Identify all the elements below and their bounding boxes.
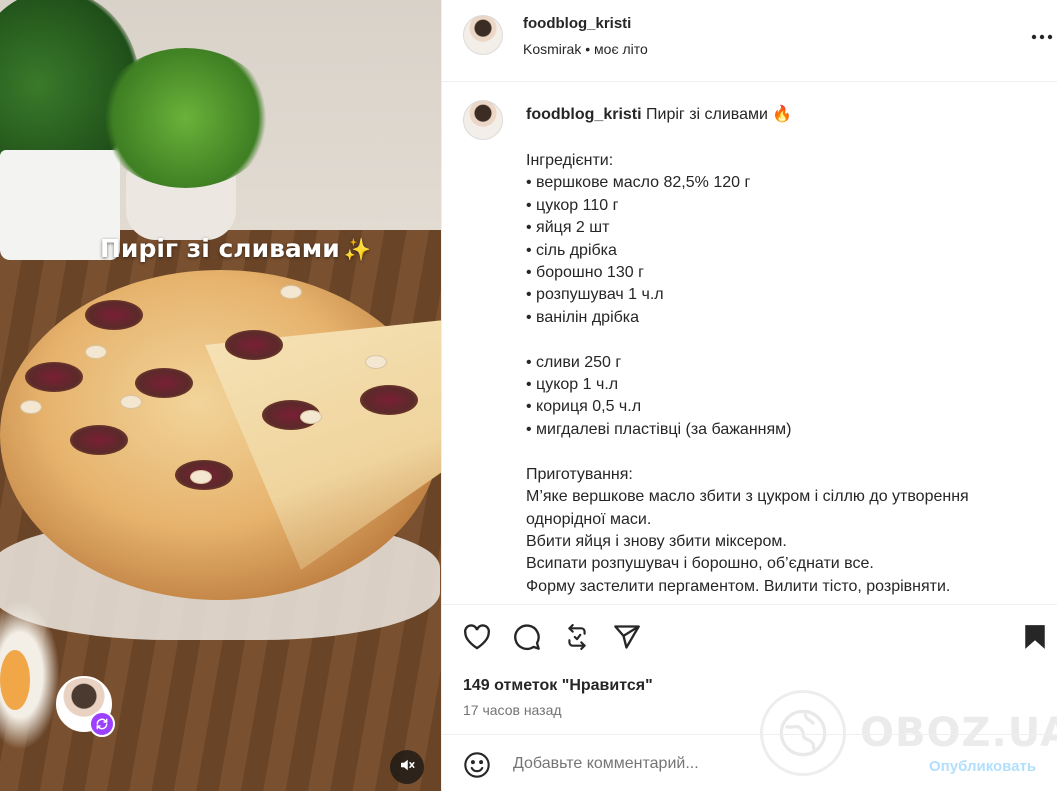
plum-piece [25, 362, 83, 392]
almond-flake [300, 410, 322, 424]
post-caption-body: Інгредієнти: • вершкове масло 82,5% 120 … [526, 152, 969, 595]
sparkle-icon: ✨ [343, 238, 372, 263]
almond-flake [120, 395, 142, 409]
emoji-button[interactable] [463, 751, 491, 779]
mute-button[interactable] [390, 750, 424, 784]
post-media[interactable]: Пиріг зі сливами ✨ [0, 0, 441, 791]
save-button[interactable] [1019, 623, 1051, 655]
plum-piece [70, 425, 128, 455]
comment-input[interactable] [513, 755, 893, 773]
plum-piece [225, 330, 283, 360]
header-username[interactable]: foodblog_kristi [523, 15, 631, 32]
more-options-button[interactable] [1030, 22, 1054, 46]
media-caption: Пиріг зі сливами ✨ [100, 234, 371, 263]
post-caption-head: foodblog_kristi Пиріг зі сливами 🔥 [526, 104, 792, 124]
smiley-icon [463, 752, 491, 783]
speaker-muted-icon [398, 756, 416, 779]
post-header: foodblog_kristi Kosmirak • моє літо [442, 0, 1057, 82]
almond-flake [365, 355, 387, 369]
avatar[interactable] [463, 15, 503, 55]
heart-icon [463, 623, 491, 655]
media-caption-text: Пиріг зі сливами [100, 234, 340, 263]
audio-artist[interactable]: Kosmirak [523, 41, 581, 57]
almond-flake [20, 400, 42, 414]
avatar[interactable] [463, 100, 503, 140]
remix-icon[interactable] [89, 711, 115, 737]
likes-count[interactable]: 149 отметок "Нравится" [463, 677, 653, 695]
almond-flake [280, 285, 302, 299]
almond-flake [190, 470, 212, 484]
audio-attribution: Kosmirak • моє літо [523, 41, 648, 57]
comment-bubble-icon [513, 623, 541, 656]
caption-title: Пиріг зі сливами [646, 106, 768, 123]
share-button[interactable] [611, 623, 643, 655]
fire-emoji: 🔥 [772, 106, 793, 123]
comment-bar: Опубликовать [442, 734, 1057, 791]
audio-title[interactable]: моє літо [594, 41, 648, 57]
comment-button[interactable] [511, 623, 543, 655]
repost-button[interactable] [561, 623, 593, 655]
post-details-panel: foodblog_kristi Kosmirak • моє літо food… [441, 0, 1057, 791]
plum-piece [135, 368, 193, 398]
comments-scroll-area[interactable]: foodblog_kristi Пиріг зі сливами 🔥 Інгре… [442, 82, 1057, 604]
flower-blur [0, 650, 30, 710]
bookmark-icon [1024, 624, 1046, 655]
like-button[interactable] [461, 623, 493, 655]
post-comment-button[interactable]: Опубликовать [929, 758, 1036, 775]
almond-flake [85, 345, 107, 359]
separator-dot: • [585, 41, 591, 57]
plum-piece [85, 300, 143, 330]
plant-leaves [98, 48, 273, 188]
caption-username[interactable]: foodblog_kristi [526, 106, 642, 123]
plum-piece [360, 385, 418, 415]
repost-icon [564, 623, 590, 655]
paper-plane-icon [613, 624, 641, 655]
more-icon [1031, 23, 1053, 46]
post-timestamp[interactable]: 17 часов назад [463, 702, 562, 718]
